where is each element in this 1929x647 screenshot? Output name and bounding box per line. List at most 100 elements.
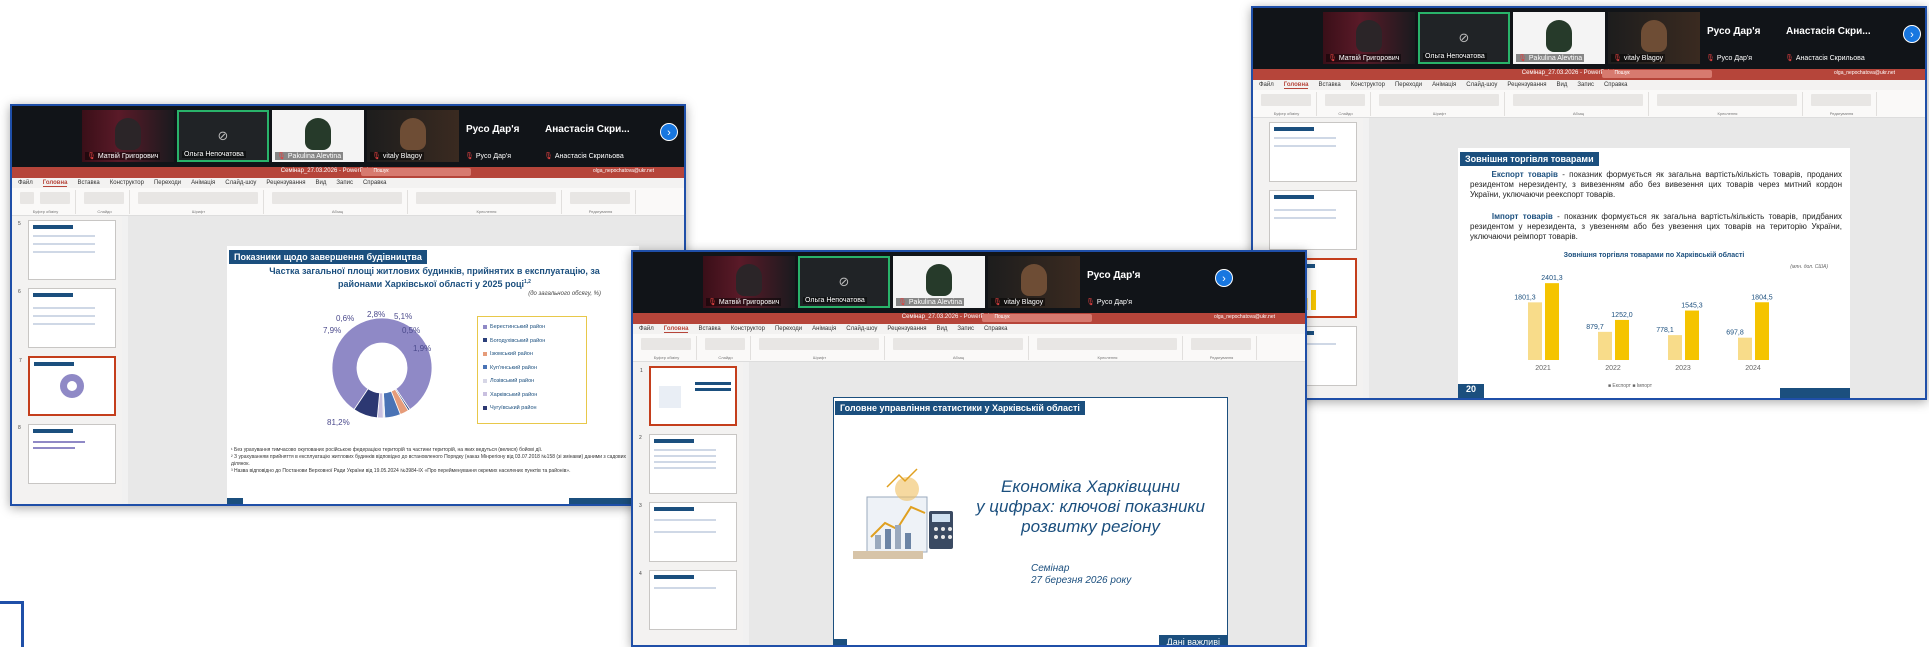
tab[interactable]: Слайд-шоу: [846, 326, 877, 332]
ribbon-group[interactable]: Редагування: [1187, 336, 1257, 360]
bar-експорт: [1598, 331, 1612, 360]
tab[interactable]: Конструктор: [1351, 82, 1385, 88]
tab[interactable]: Анімація: [1432, 82, 1456, 88]
participant-tile-active[interactable]: ⊘ Ольга Непочатова: [1418, 12, 1510, 64]
tab[interactable]: Конструктор: [731, 326, 765, 332]
participant-tile[interactable]: 🎙 Матвій Григорович: [82, 110, 174, 162]
tab[interactable]: Анімація: [812, 326, 836, 332]
ribbon: Буфер обміну Слайди Шрифт Абзац Кресленн…: [1253, 90, 1925, 118]
ribbon-group[interactable]: Слайди: [1321, 92, 1371, 116]
participant-tile[interactable]: 🎙 Pakulina Alevtina: [272, 110, 364, 162]
tab[interactable]: Рецензування: [1507, 82, 1546, 88]
participant-tile[interactable]: 🎙 vitaly Blagoy: [988, 256, 1080, 308]
participant-tile[interactable]: Русо Дар'я 🎙 Русо Дар'я: [462, 110, 538, 162]
slide-thumbnail-selected[interactable]: 7: [19, 356, 116, 416]
tab[interactable]: Файл: [1259, 82, 1274, 88]
ribbon-group[interactable]: Абзац: [1509, 92, 1649, 116]
participant-tile[interactable]: 🎙 Pakulina Alevtina: [1513, 12, 1605, 64]
chevron-right-icon[interactable]: ›: [1903, 25, 1921, 43]
tab[interactable]: Файл: [18, 180, 33, 186]
tab[interactable]: Файл: [639, 326, 654, 332]
participant-tile-active[interactable]: ⊘ Ольга Непочатова: [798, 256, 890, 308]
donut-label: 81,2%: [327, 418, 350, 427]
ribbon-group[interactable]: Редагування: [566, 190, 636, 214]
ribbon-group[interactable]: Шрифт: [134, 190, 264, 214]
slide-footer: [833, 639, 847, 645]
slide-thumbnail-selected[interactable]: 1: [640, 366, 737, 426]
ribbon-group[interactable]: Слайди: [80, 190, 130, 214]
bar-value-label: 778,1: [1656, 327, 1674, 334]
tab[interactable]: Рецензування: [266, 180, 305, 186]
chevron-right-icon[interactable]: ›: [1215, 269, 1233, 287]
tab[interactable]: Конструктор: [110, 180, 144, 186]
ribbon-group[interactable]: Слайди: [701, 336, 751, 360]
search-input[interactable]: Пошук: [361, 168, 472, 176]
participant-tile[interactable]: Русо Дар'я 🎙 Русо Дар'я: [1083, 256, 1159, 308]
tab[interactable]: Переходи: [1395, 82, 1422, 88]
slide-thumbnail[interactable]: 4: [639, 570, 737, 630]
slide-thumbnail[interactable]: 8: [18, 424, 116, 484]
participant-tile[interactable]: 🎙 vitaly Blagoy: [1608, 12, 1700, 64]
ribbon-group[interactable]: Абзац: [889, 336, 1029, 360]
tab[interactable]: Вставка: [77, 180, 99, 186]
slide-thumbnail[interactable]: 2: [639, 434, 737, 494]
ribbon-group[interactable]: Креслення: [412, 190, 562, 214]
thumbnail-scrollbar[interactable]: [1363, 118, 1369, 398]
participant-tile[interactable]: Русо Дар'я 🎙 Русо Дар'я: [1703, 12, 1779, 64]
participant-tile[interactable]: 🎙 Матвій Григорович: [703, 256, 795, 308]
participant-tile[interactable]: 🎙 Pakulina Alevtina: [893, 256, 985, 308]
tab-home[interactable]: Головна: [663, 326, 689, 333]
ribbon-tabs: Файл Головна Вставка Конструктор Переход…: [12, 178, 684, 188]
tab-home[interactable]: Головна: [42, 180, 68, 187]
ribbon-group[interactable]: Креслення: [1653, 92, 1803, 116]
donut-label: 1,9%: [413, 344, 432, 353]
tab[interactable]: Переходи: [775, 326, 802, 332]
tab[interactable]: Справка: [1604, 82, 1628, 88]
tab[interactable]: Вставка: [698, 326, 720, 332]
search-input[interactable]: Пошук: [982, 314, 1093, 322]
tab[interactable]: Запис: [336, 180, 353, 186]
search-input[interactable]: Пошук: [1602, 70, 1713, 78]
participant-tile[interactable]: 🎙 vitaly Blagoy: [367, 110, 459, 162]
tab[interactable]: Справка: [363, 180, 387, 186]
tab[interactable]: Запис: [957, 326, 974, 332]
ribbon-group[interactable]: Абзац: [268, 190, 408, 214]
tab[interactable]: Рецензування: [887, 326, 926, 332]
ribbon-group[interactable]: Буфер обміну: [1257, 92, 1317, 116]
participant-tile[interactable]: Анастасія Скри... 🎙 Анастасія Скрильова: [1782, 12, 1871, 64]
thumbnail-scrollbar[interactable]: [743, 362, 749, 645]
current-slide[interactable]: Показники щодо завершення будівництва Ча…: [227, 246, 639, 504]
tab[interactable]: Вид: [937, 326, 948, 332]
current-slide[interactable]: Головне управління статистики у Харківсь…: [833, 397, 1228, 645]
participant-tile-active[interactable]: ⊘ Ольга Непочатова: [177, 110, 269, 162]
ribbon-group[interactable]: Креслення: [1033, 336, 1183, 360]
ribbon-group[interactable]: Редагування: [1807, 92, 1877, 116]
tab[interactable]: Справка: [984, 326, 1008, 332]
tab[interactable]: Вид: [1557, 82, 1568, 88]
ribbon-group[interactable]: Буфер обміну: [637, 336, 697, 360]
tab[interactable]: Слайд-шоу: [225, 180, 256, 186]
ribbon-group[interactable]: Шрифт: [755, 336, 885, 360]
current-slide[interactable]: Зовнішня торгівля товарами Експорт товар…: [1458, 148, 1850, 398]
tab[interactable]: Анімація: [191, 180, 215, 186]
thumbnail-scrollbar[interactable]: [122, 216, 128, 504]
tab[interactable]: Вставка: [1318, 82, 1340, 88]
ribbon-group[interactable]: Шрифт: [1375, 92, 1505, 116]
tab[interactable]: Вид: [316, 180, 327, 186]
participant-tile[interactable]: 🎙 Матвій Григорович: [1323, 12, 1415, 64]
ribbon-group[interactable]: Буфер обміну: [16, 190, 76, 214]
slide-thumbnail[interactable]: 5: [18, 220, 116, 280]
chart-legend: Берестинський район Богодухівський район…: [477, 316, 587, 424]
slide-thumbnails: 1 2 3 4: [633, 362, 743, 645]
tab[interactable]: Слайд-шоу: [1466, 82, 1497, 88]
participant-tile[interactable]: Анастасія Скри... 🎙 Анастасія Скрильова: [541, 110, 630, 162]
slide-thumbnail[interactable]: [1269, 122, 1357, 182]
slide-thumbnail[interactable]: [1269, 190, 1357, 250]
slide-thumbnail[interactable]: 6: [18, 288, 116, 348]
chevron-right-icon[interactable]: ›: [660, 123, 678, 141]
tab[interactable]: Переходи: [154, 180, 181, 186]
slide-thumbnail[interactable]: 3: [639, 502, 737, 562]
tab[interactable]: Запис: [1577, 82, 1594, 88]
tab-home[interactable]: Головна: [1283, 82, 1309, 89]
legend-item: Богодухівський район: [483, 335, 581, 349]
